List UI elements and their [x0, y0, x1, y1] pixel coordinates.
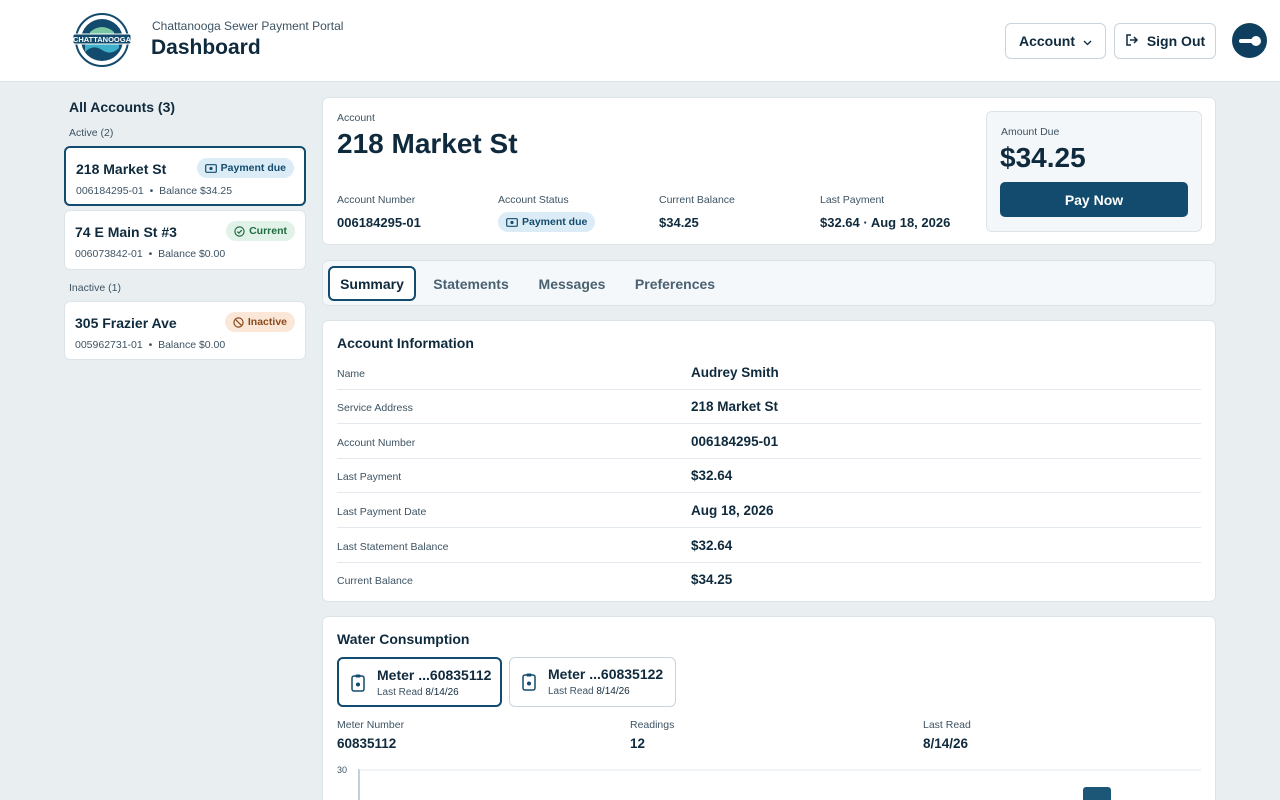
meter-last-read: Last Read 8/14/26	[548, 686, 630, 697]
info-row: Current Balance $34.25	[337, 572, 733, 587]
section-title: Account Information	[337, 335, 474, 351]
info-row: Last Statement Balance $32.64	[337, 529, 1201, 563]
account-menu-button[interactable]: Account	[1005, 23, 1106, 59]
tab-messages[interactable]: Messages	[528, 266, 616, 301]
pay-now-button[interactable]: Pay Now	[1000, 182, 1188, 217]
status-badge: Inactive	[224, 312, 295, 332]
logo-text: CHATTANOOGA	[73, 35, 132, 44]
meter-stat: Meter Number 60835112	[337, 719, 405, 751]
payment-icon	[506, 217, 518, 227]
sign-out-label: Sign Out	[1146, 33, 1206, 49]
status-badge: Current	[226, 221, 295, 241]
status-badge-label: Payment due	[220, 162, 286, 174]
account-card-meta: 005962731-01 • Balance $0.00	[75, 339, 226, 351]
info-row: Name Audrey Smith	[337, 356, 1201, 390]
status-badge: Payment due	[498, 212, 596, 232]
status-badge: Payment due	[196, 158, 294, 178]
status-badge-label: Inactive	[247, 316, 287, 328]
info-row: Last Payment $32.64	[337, 459, 1201, 493]
meter-icon	[351, 674, 365, 697]
account-card-name: 218 Market St	[76, 161, 167, 177]
inactive-group-label: Inactive (1)	[69, 282, 121, 294]
active-group-label: Active (2)	[69, 127, 114, 139]
tab-bar: Summary Statements Messages Preferences	[322, 260, 1216, 306]
section-title: Water Consumption	[337, 631, 470, 647]
account-card-name: 74 E Main St #3	[75, 224, 177, 240]
consumption-chart: 30	[337, 765, 1201, 800]
account-card[interactable]: 74 E Main St #3 Current 006073842-01 • B…	[64, 210, 306, 270]
chevron-down-icon	[1083, 33, 1092, 49]
page-title: Dashboard	[151, 36, 261, 59]
water-consumption-card: Water Consumption Meter ...60835112 Last…	[322, 616, 1216, 800]
y-tick-label: 30	[337, 765, 347, 775]
overview-field: Account Number 006184295-01	[337, 194, 421, 230]
meter-icon	[522, 673, 536, 696]
account-overview-card: Account 218 Market St Account Number 006…	[322, 97, 1216, 245]
tab-preferences[interactable]: Preferences	[625, 266, 725, 301]
meter-last-read: Last Read 8/14/26	[377, 687, 459, 698]
overview-title: 218 Market St	[337, 128, 518, 159]
key-icon	[1238, 35, 1261, 46]
tab-summary[interactable]: Summary	[328, 266, 416, 301]
ban-icon	[233, 316, 244, 328]
city-seal-logo[interactable]: CHATTANOOGA	[71, 12, 133, 68]
meter-stat: Last Read 8/14/26	[923, 719, 971, 751]
overview-field: Last Payment $32.64 · Aug 18, 2026	[820, 194, 951, 230]
overview-field: Account Status Payment due	[498, 194, 596, 232]
meter-tab[interactable]: Meter ...60835112 Last Read 8/14/26	[337, 657, 502, 707]
account-card[interactable]: 305 Frazier Ave Inactive 005962731-01 • …	[64, 301, 306, 360]
overview-label: Account	[337, 112, 375, 124]
sign-out-button[interactable]: Sign Out	[1114, 23, 1216, 59]
account-card-meta: 006073842-01 • Balance $0.00	[75, 248, 226, 260]
status-badge-label: Current	[249, 225, 287, 237]
meter-name: Meter ...60835122	[548, 666, 664, 682]
account-card-meta: 006184295-01 • Balance $34.25	[76, 185, 233, 197]
payment-icon	[204, 163, 217, 173]
user-avatar[interactable]	[1232, 23, 1267, 58]
account-menu-label: Account	[1019, 33, 1075, 49]
meter-tab[interactable]: Meter ...60835122 Last Read 8/14/26	[509, 657, 676, 707]
amount-due-box: Amount Due $34.25 Pay Now	[986, 111, 1202, 232]
all-accounts-heading: All Accounts (3)	[69, 99, 176, 115]
tab-statements[interactable]: Statements	[423, 266, 519, 301]
info-row: Account Number 006184295-01	[337, 425, 1201, 459]
meter-name: Meter ...60835112	[377, 667, 492, 683]
info-row: Last Payment Date Aug 18, 2026	[337, 494, 1201, 528]
amount-due-value: $34.25	[1000, 142, 1086, 173]
account-card[interactable]: 218 Market St Payment due 006184295-01 •…	[64, 146, 306, 206]
overview-field: Current Balance $34.25	[659, 194, 735, 230]
amount-due-label: Amount Due	[1001, 126, 1060, 138]
top-header: CHATTANOOGA Chattanooga Sewer Payment Po…	[0, 0, 1280, 82]
meter-stat: Readings 12	[630, 719, 675, 751]
sign-out-icon	[1125, 33, 1139, 50]
info-row: Service Address 218 Market St	[337, 390, 1201, 424]
account-card-name: 305 Frazier Ave	[75, 315, 177, 331]
account-information-card: Account Information Name Audrey Smith Ser…	[322, 320, 1216, 602]
consumption-bar	[1083, 787, 1111, 800]
portal-name: Chattanooga Sewer Payment Portal	[152, 19, 344, 33]
check-circle-icon	[234, 225, 245, 237]
